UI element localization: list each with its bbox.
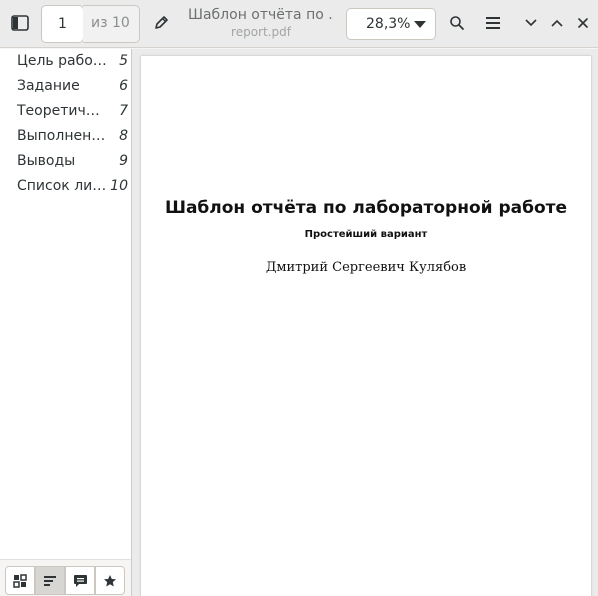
outline-item-label: Выполнени... (17, 128, 107, 144)
zoom-select[interactable]: 28,3% (346, 8, 436, 40)
document-title-block: Шаблон отчёта по ... report.pdf (188, 7, 334, 39)
outline-button[interactable] (35, 566, 65, 595)
sidebar-icon (11, 15, 29, 31)
next-page-button[interactable] (519, 11, 543, 35)
outline-item[interactable]: Выводы 9 (0, 149, 131, 174)
pencil-icon (155, 16, 168, 29)
zoom-value: 28,3% (366, 16, 411, 32)
sidebar-outline: Цель работы 5 Задание 6 Теоретичес... 7 … (0, 49, 131, 559)
annotations-icon (73, 574, 87, 587)
outline-item-label: Выводы (17, 153, 76, 169)
sidebar-mode-switcher (0, 559, 131, 596)
page-count-label: из 10 (91, 15, 130, 31)
close-icon (578, 18, 588, 28)
outline-item-label: Задание (17, 78, 80, 94)
outline-item-label: Список лите... (17, 178, 107, 194)
previous-page-button[interactable] (545, 11, 569, 35)
outline-item[interactable]: Выполнени... 8 (0, 124, 131, 149)
annotate-button[interactable] (149, 11, 173, 35)
outline-item-page: 5 (119, 53, 128, 69)
document-title: Шаблон отчёта по ... (188, 7, 334, 23)
search-button[interactable] (445, 11, 469, 35)
page-subheading: Простейший вариант (304, 229, 428, 240)
outline-item-page: 9 (119, 153, 128, 169)
bookmarks-button[interactable] (95, 566, 125, 595)
annotations-button[interactable] (65, 566, 95, 595)
outline-item-page: 6 (119, 78, 128, 94)
menu-button[interactable] (481, 11, 505, 35)
page-number-input[interactable]: 1 (41, 5, 84, 43)
outline-icon (44, 575, 56, 586)
outline-item[interactable]: Список лите... 10 (0, 174, 131, 199)
chevron-down-icon (414, 21, 426, 28)
outline-item-page: 8 (119, 128, 128, 144)
chevron-up-icon (551, 19, 563, 27)
thumbnails-icon (13, 573, 27, 588)
outline-item-page: 7 (119, 103, 128, 119)
chevron-down-icon (525, 19, 537, 27)
thumbnails-button[interactable] (5, 566, 35, 595)
page-author: Дмитрий Сергеевич Кулябов (265, 260, 467, 275)
star-icon (104, 574, 116, 586)
search-icon (450, 16, 464, 30)
document-filename: report.pdf (231, 25, 291, 39)
pdf-page (141, 56, 591, 596)
hamburger-icon (486, 17, 500, 29)
outline-item-label: Теоретичес... (17, 103, 107, 119)
outline-item-page: 10 (110, 178, 128, 194)
outline-item[interactable]: Цель работы 5 (0, 49, 131, 74)
sidebar-toggle-button[interactable] (8, 11, 32, 35)
close-button[interactable] (571, 11, 595, 35)
outline-item-label: Цель работы (17, 53, 107, 69)
header-bar: 1 из 10 Шаблон отчёта по ... report.pdf … (0, 0, 598, 48)
outline-item[interactable]: Задание 6 (0, 74, 131, 99)
outline-item[interactable]: Теоретичес... 7 (0, 99, 131, 124)
page-heading: Шаблон отчёта по лабораторной работе (164, 198, 568, 218)
